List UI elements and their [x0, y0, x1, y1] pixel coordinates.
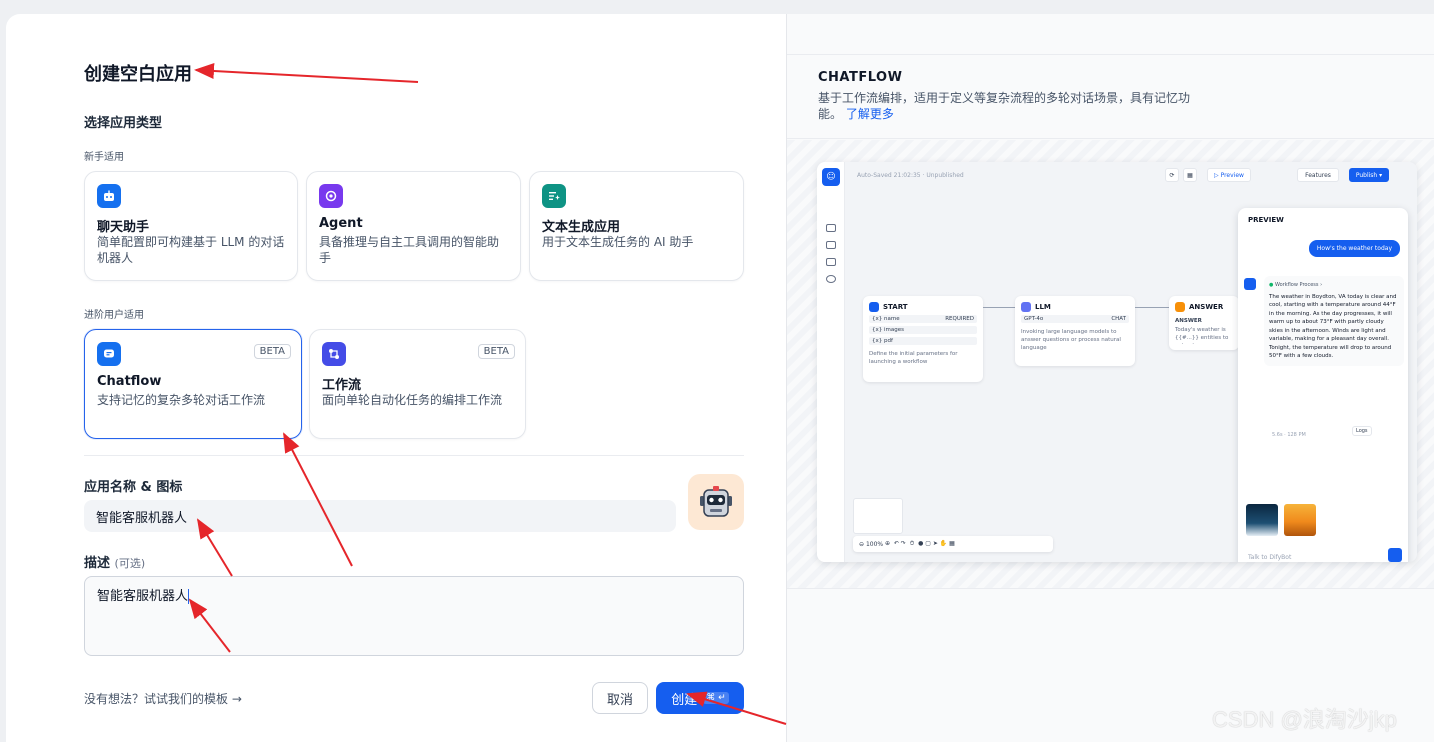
shortcut-hint: ⌘ ↵	[703, 692, 729, 704]
mini-minimap	[853, 498, 903, 534]
chatflow-icon	[97, 342, 121, 366]
card-title: 文本生成应用	[542, 220, 621, 235]
app-type-card-chatflow[interactable]: BETA Chatflow 支持记忆的复杂多轮对话工作流	[84, 329, 302, 439]
mini-attached-image-desert	[1284, 504, 1316, 536]
text-caret	[188, 589, 190, 604]
card-description: 用于文本生成任务的 AI 助手	[542, 235, 694, 249]
mini-publish-button: Publish ▾	[1349, 168, 1389, 182]
mini-edge	[983, 307, 1015, 308]
workflow-icon	[322, 342, 346, 366]
divider	[787, 54, 1434, 55]
card-title: Agent	[319, 216, 363, 231]
text-generation-icon	[542, 184, 566, 208]
csdn-watermark: CSDN @浪淘沙jkp	[1212, 707, 1397, 732]
divider	[84, 455, 744, 456]
card-description: 支持记忆的复杂多轮对话工作流	[97, 393, 266, 407]
preview-image-area: ☺ Auto-Saved 21:02:35 · Unpublished ⟳ ▦ …	[787, 140, 1434, 588]
robot-icon	[1244, 278, 1256, 290]
mini-tool-icon: ⟳	[1165, 168, 1179, 182]
mini-sidebar: ☺	[817, 162, 845, 562]
robot-icon	[700, 486, 732, 517]
app-type-card-text-generation[interactable]: 文本生成应用 用于文本生成任务的 AI 助手	[529, 171, 744, 281]
mini-tool-icon: ▦	[1183, 168, 1197, 182]
mini-edge	[1135, 307, 1169, 308]
beta-badge: BETA	[253, 344, 291, 359]
workflow-screenshot: ☺ Auto-Saved 21:02:35 · Unpublished ⟳ ▦ …	[817, 162, 1417, 562]
try-template-link[interactable]: 没有想法？试试我们的模板 →	[84, 690, 242, 707]
create-button[interactable]: 创建 ⌘ ↵	[656, 682, 744, 714]
mini-nav-icon	[826, 224, 836, 232]
app-name-value: 智能客服机器人	[96, 510, 188, 526]
mini-nav-icon	[826, 258, 836, 266]
arrow-right-icon: →	[231, 692, 242, 706]
app-type-card-agent[interactable]: Agent 具备推理与自主工具调用的智能助手	[306, 171, 521, 281]
mini-chat-preview: PREVIEW How's the weather today ● Workfl…	[1238, 208, 1408, 562]
divider	[787, 588, 1434, 589]
advanced-group-label: 进阶用户适用	[84, 310, 144, 321]
card-title: 聊天助手	[97, 220, 150, 235]
chat-bot-icon	[97, 184, 121, 208]
beta-badge: BETA	[477, 344, 515, 359]
app-name-input[interactable]: 智能客服机器人	[84, 500, 676, 532]
app-type-section-title: 选择应用类型	[84, 116, 163, 131]
learn-more-link[interactable]: 了解更多	[846, 107, 894, 121]
app-type-card-workflow[interactable]: BETA 工作流 面向单轮自动化任务的编排工作流	[309, 329, 526, 439]
card-description: 面向单轮自动化任务的编排工作流	[322, 393, 503, 407]
dialog-title: 创建空白应用	[84, 64, 192, 85]
divider	[787, 138, 1434, 139]
card-description: 简单配置即可构建基于 LLM 的对话机器人	[97, 235, 285, 265]
card-description: 具备推理与自主工具调用的智能助手	[319, 235, 500, 265]
mini-llm-node: LLM GPT-4o CHAT Invoking large language m…	[1015, 296, 1135, 366]
description-value: 智能客服机器人	[97, 589, 189, 604]
card-title: 工作流	[322, 378, 362, 393]
agent-icon	[319, 184, 343, 208]
optional-hint: (可选)	[114, 557, 146, 570]
mini-nav-icon	[826, 275, 836, 283]
mini-preview-button: ▷ Preview	[1207, 168, 1251, 182]
preview-title: CHATFLOW	[818, 70, 903, 85]
preview-description: 基于工作流编排，适用于定义等复杂流程的多轮对话场景，具有记忆功能。 了解更多	[818, 91, 1191, 121]
mini-nav-icon	[826, 241, 836, 249]
beginner-group-label: 新手适用	[84, 152, 124, 163]
mini-start-node: START {x} name REQUIRED {x} images {x} pd…	[863, 296, 983, 382]
mini-features-button: Features	[1297, 168, 1339, 182]
mini-attached-image-mountain	[1246, 504, 1278, 536]
send-icon	[1388, 548, 1402, 562]
robot-icon: ☺	[822, 168, 840, 186]
app-icon-picker[interactable]	[688, 474, 744, 530]
description-textarea[interactable]: 智能客服机器人	[84, 576, 744, 656]
app-type-card-chat-assistant[interactable]: 聊天助手 简单配置即可构建基于 LLM 的对话机器人	[84, 171, 298, 281]
card-title: Chatflow	[97, 374, 162, 389]
desc-field-label: 描述 (可选)	[84, 556, 146, 571]
cancel-button[interactable]: 取消	[592, 682, 648, 714]
mini-autosave-status: Auto-Saved 21:02:35 · Unpublished	[857, 172, 964, 179]
mini-answer-node: ANSWER ANSWER Today's weather is {{#...}…	[1169, 296, 1239, 350]
name-field-label: 应用名称 & 图标	[84, 480, 183, 495]
app-type-preview-panel: CHATFLOW 基于工作流编排，适用于定义等复杂流程的多轮对话场景，具有记忆功…	[786, 14, 1434, 742]
mini-zoom-toolbar: ⊖ 100% ⊕ ↶ ↷ ⏱ ● ▢ ➤ ✋ ▦	[853, 536, 1053, 552]
